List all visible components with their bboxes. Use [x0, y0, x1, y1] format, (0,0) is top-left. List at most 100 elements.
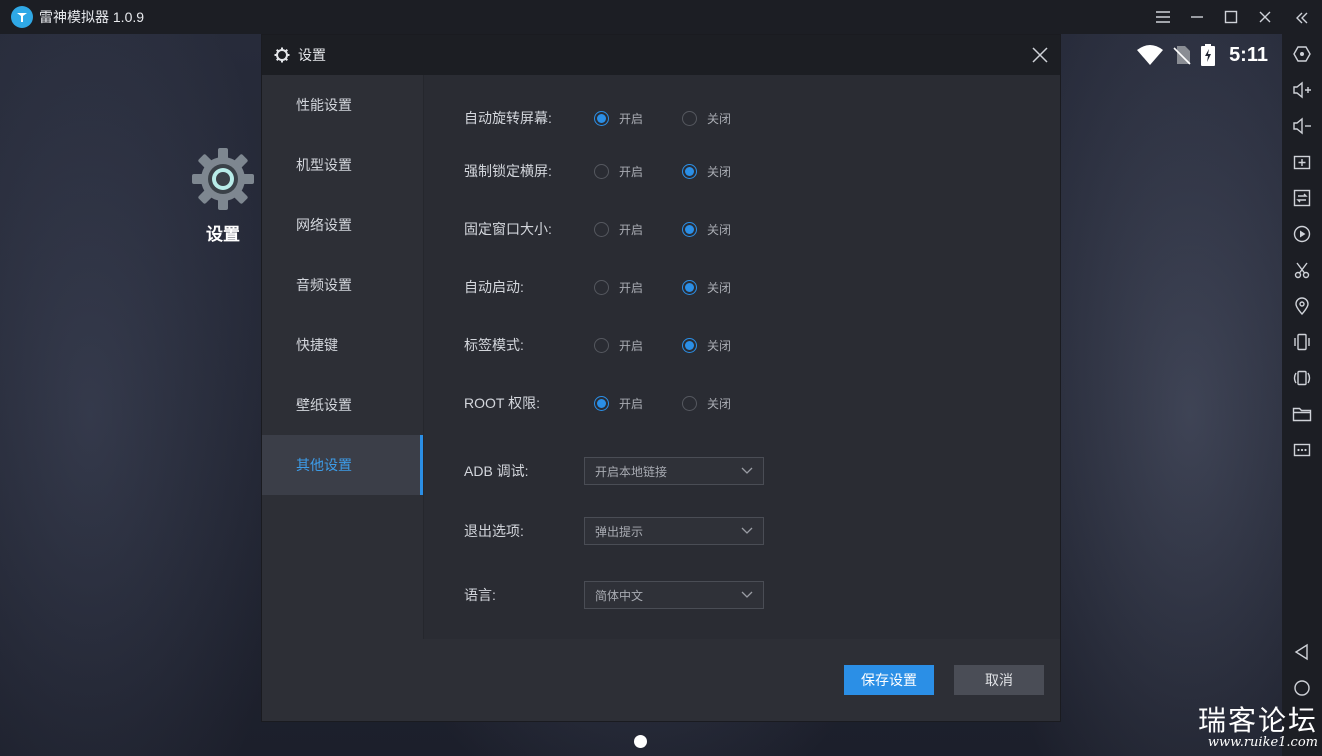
battery-charging-icon	[1201, 44, 1216, 66]
chevron-down-icon	[741, 467, 753, 474]
radio-off[interactable]: 关闭	[682, 110, 770, 127]
hexagon-icon	[1293, 46, 1311, 62]
add-window-icon	[1293, 155, 1311, 170]
language-select[interactable]: 简体中文	[584, 581, 764, 609]
collapse-toolbar-button[interactable]	[1282, 0, 1322, 36]
close-icon[interactable]	[1030, 45, 1050, 65]
watermark-url: www.ruike1.com	[1207, 735, 1318, 750]
option-row-auto-start: 自动启动: 开启 关闭	[464, 277, 770, 297]
more-button[interactable]	[1282, 432, 1322, 468]
adb-select[interactable]: 开启本地链接	[584, 457, 764, 485]
install-apk-button[interactable]	[1282, 144, 1322, 180]
minimize-button[interactable]	[1180, 0, 1214, 34]
option-row-fixed-window: 固定窗口大小: 开启 关闭	[464, 219, 770, 239]
cancel-button[interactable]: 取消	[954, 665, 1044, 695]
double-chevron-left-icon	[1296, 12, 1308, 24]
option-label: 固定窗口大小:	[464, 221, 552, 237]
nav-item-shortcuts[interactable]: 快捷键	[262, 315, 423, 375]
rotate-button[interactable]	[1282, 360, 1322, 396]
keymap-button[interactable]	[1282, 36, 1322, 72]
select-row-language: 语言: 简体中文	[464, 581, 764, 609]
radio-on[interactable]: 开启	[594, 279, 682, 296]
volume-down-button[interactable]	[1282, 108, 1322, 144]
right-toolbar	[1282, 0, 1322, 756]
select-label: 退出选项:	[464, 523, 524, 539]
nav-item-other[interactable]: 其他设置	[262, 435, 423, 495]
close-window-button[interactable]	[1248, 0, 1282, 34]
radio-on[interactable]: 开启	[594, 163, 682, 180]
no-sim-icon	[1173, 46, 1191, 65]
rotate-icon	[1293, 370, 1311, 386]
radio-off[interactable]: 关闭	[682, 163, 770, 180]
gear-icon	[274, 47, 290, 63]
circle-home-icon	[1294, 680, 1310, 696]
chevron-down-icon	[741, 591, 753, 598]
nav-item-performance[interactable]: 性能设置	[262, 75, 423, 135]
radio-off[interactable]: 关闭	[682, 279, 770, 296]
radio-off[interactable]: 关闭	[682, 337, 770, 354]
more-icon	[1293, 443, 1311, 457]
sync-button[interactable]	[1282, 180, 1322, 216]
status-clock: 5:11	[1229, 43, 1268, 66]
shared-folder-button[interactable]	[1282, 396, 1322, 432]
save-button[interactable]: 保存设置	[844, 665, 934, 695]
app-title: 雷神模拟器 1.0.9	[39, 9, 145, 25]
exit-option-select[interactable]: 弹出提示	[584, 517, 764, 545]
dialog-footer: 保存设置 取消	[262, 639, 1060, 721]
menu-icon[interactable]	[1146, 0, 1180, 34]
settings-content: 自动旋转屏幕: 开启 关闭 强制锁定横屏: 开启 关闭 固定窗口大小: 开启 关…	[424, 75, 1060, 641]
select-value: 弹出提示	[595, 524, 644, 539]
back-button[interactable]	[1282, 634, 1322, 670]
wifi-icon	[1137, 45, 1164, 65]
option-label: 自动旋转屏幕:	[464, 110, 552, 126]
dialog-title: 设置	[298, 47, 326, 63]
radio-off[interactable]: 关闭	[682, 395, 770, 412]
android-status-bar: 5:11	[1137, 40, 1268, 70]
radio-on[interactable]: 开启	[594, 395, 682, 412]
radio-on[interactable]: 开启	[594, 221, 682, 238]
option-label: 强制锁定横屏:	[464, 163, 552, 179]
page-indicator-dot	[634, 735, 647, 748]
settings-nav: 性能设置 机型设置 网络设置 音频设置 快捷键 壁纸设置 其他设置	[262, 75, 424, 641]
play-circle-icon	[1293, 225, 1311, 243]
triangle-back-icon	[1294, 643, 1308, 661]
settings-gear-icon	[192, 148, 254, 210]
nav-item-wallpaper[interactable]: 壁纸设置	[262, 375, 423, 435]
select-label: 语言:	[464, 587, 496, 603]
nav-item-audio[interactable]: 音频设置	[262, 255, 423, 315]
watermark-text: 瑞客论坛	[1197, 704, 1318, 737]
select-value: 开启本地链接	[595, 464, 668, 479]
location-pin-icon	[1295, 297, 1309, 315]
volume-up-button[interactable]	[1282, 72, 1322, 108]
watermark: 瑞客论坛 www.ruike1.com	[1198, 699, 1318, 750]
nav-item-network[interactable]: 网络设置	[262, 195, 423, 255]
volume-up-icon	[1293, 81, 1311, 99]
radio-on[interactable]: 开启	[594, 337, 682, 354]
option-row-root: ROOT 权限: 开启 关闭	[464, 393, 770, 413]
maximize-button[interactable]	[1214, 0, 1248, 34]
title-bar: 雷神模拟器 1.0.9	[0, 0, 1282, 34]
screenshot-button[interactable]	[1282, 252, 1322, 288]
radio-on[interactable]: 开启	[594, 110, 682, 127]
select-row-exit: 退出选项: 弹出提示	[464, 517, 764, 545]
settings-dialog: 设置 性能设置 机型设置 网络设置 音频设置 快捷键 壁纸设置 其他设置 自动旋…	[261, 34, 1061, 722]
location-button[interactable]	[1282, 288, 1322, 324]
select-value: 简体中文	[595, 588, 644, 603]
swap-icon	[1293, 189, 1311, 207]
chevron-down-icon	[741, 527, 753, 534]
nav-item-device-model[interactable]: 机型设置	[262, 135, 423, 195]
option-label: 标签模式:	[464, 337, 524, 353]
vibrate-icon	[1294, 333, 1310, 351]
desktop-settings-app[interactable]: 设置	[186, 146, 260, 245]
option-row-tab-mode: 标签模式: 开启 关闭	[464, 335, 770, 355]
record-button[interactable]	[1282, 216, 1322, 252]
app-logo-icon	[11, 6, 33, 28]
option-label: ROOT 权限:	[464, 395, 540, 411]
select-row-adb: ADB 调试: 开启本地链接	[464, 457, 764, 485]
scissors-icon	[1294, 262, 1310, 279]
option-label: 自动启动:	[464, 279, 524, 295]
volume-down-icon	[1293, 117, 1311, 135]
option-row-auto-rotate: 自动旋转屏幕: 开启 关闭	[464, 108, 770, 128]
radio-off[interactable]: 关闭	[682, 221, 770, 238]
shake-button[interactable]	[1282, 324, 1322, 360]
